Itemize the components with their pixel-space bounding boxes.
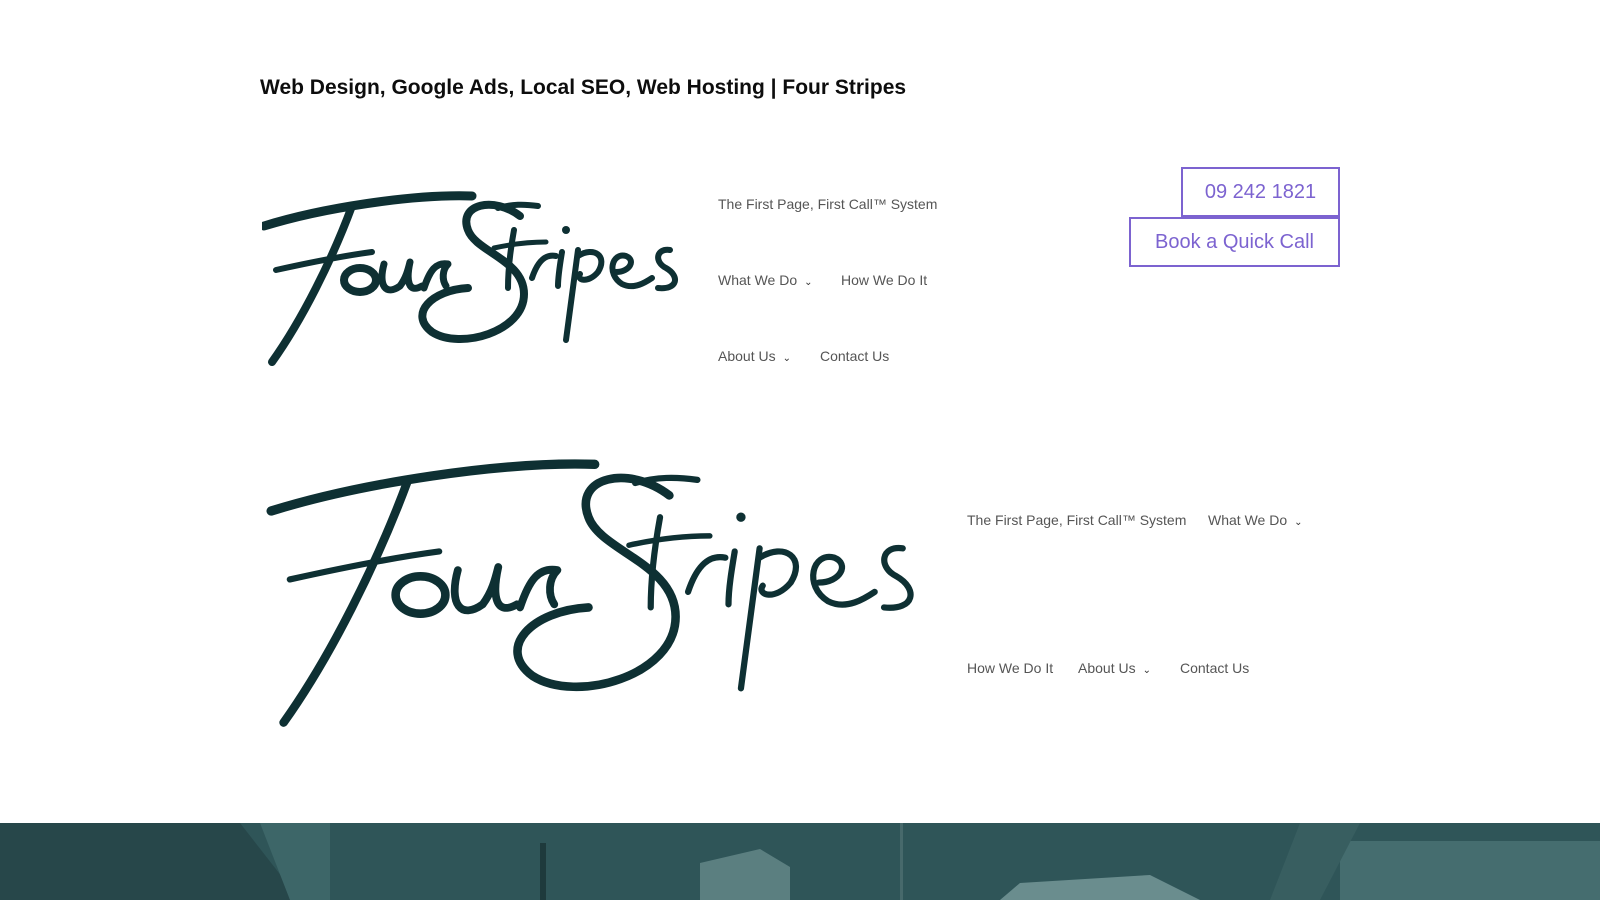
nav-item-how-we-do-it[interactable]: How We Do It bbox=[841, 272, 927, 288]
nav-item-contact-us[interactable]: Contact Us bbox=[1180, 660, 1249, 676]
book-call-button[interactable]: Book a Quick Call bbox=[1129, 217, 1340, 267]
nav-item-how-we-do-it[interactable]: How We Do It bbox=[967, 660, 1053, 676]
street-photo-image bbox=[0, 823, 1600, 900]
nav-item-label: What We Do bbox=[718, 272, 798, 288]
nav-item-first-page-system[interactable]: The First Page, First Call™ System bbox=[967, 512, 1186, 528]
nav-item-label: What We Do bbox=[1208, 512, 1288, 528]
chevron-down-icon: ⌄ bbox=[804, 277, 813, 288]
nav-item-label: About Us bbox=[1078, 660, 1136, 676]
chevron-down-icon: ⌄ bbox=[782, 353, 791, 364]
nav-item-first-page-system[interactable]: The First Page, First Call™ System bbox=[718, 196, 937, 212]
nav-item-about-us[interactable]: About Us ⌄ bbox=[718, 348, 791, 364]
phone-button[interactable]: 09 242 1821 bbox=[1181, 167, 1340, 217]
nav-item-label: How We Do It bbox=[967, 660, 1054, 676]
four-stripes-logo-icon bbox=[262, 191, 678, 366]
nav-item-what-we-do[interactable]: What We Do ⌄ bbox=[718, 272, 813, 288]
nav-item-label: How We Do It bbox=[841, 272, 928, 288]
nav-item-contact-us[interactable]: Contact Us bbox=[820, 348, 889, 364]
chevron-down-icon: ⌄ bbox=[1142, 665, 1151, 676]
four-stripes-logo-icon bbox=[266, 459, 914, 727]
nav-item-label: The First Page, First Call™ System bbox=[718, 196, 938, 212]
four-stripes-logo[interactable] bbox=[262, 190, 692, 370]
nav-item-label: Contact Us bbox=[1180, 660, 1250, 676]
nav-item-about-us[interactable]: About Us ⌄ bbox=[1078, 660, 1151, 676]
nav-item-what-we-do[interactable]: What We Do ⌄ bbox=[1208, 512, 1303, 528]
nav-item-label: Contact Us bbox=[820, 348, 890, 364]
chevron-down-icon: ⌄ bbox=[1294, 517, 1303, 528]
hero-background-image bbox=[0, 823, 1600, 900]
nav-item-label: The First Page, First Call™ System bbox=[967, 512, 1187, 528]
page-title: Web Design, Google Ads, Local SEO, Web H… bbox=[260, 76, 907, 99]
four-stripes-logo-large[interactable] bbox=[265, 455, 940, 735]
nav-item-label: About Us bbox=[718, 348, 776, 364]
